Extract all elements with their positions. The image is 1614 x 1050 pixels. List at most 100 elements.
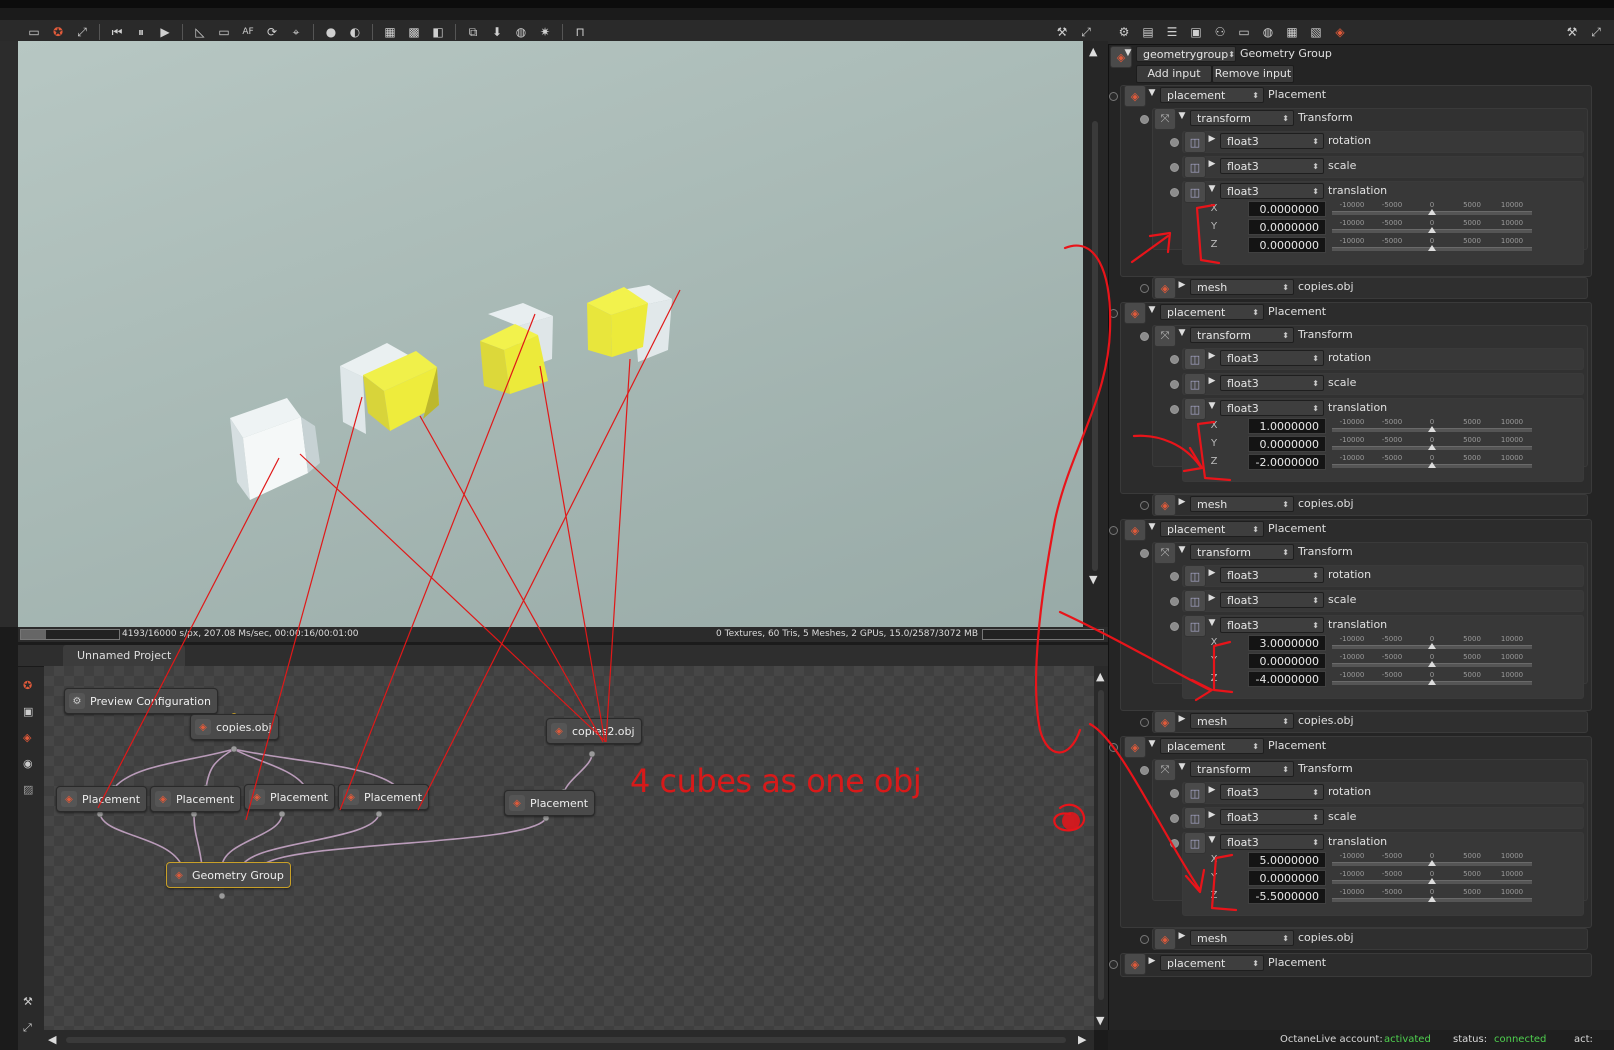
placement-combo[interactable]: placement ⬍ — [1160, 738, 1264, 754]
clay-icon[interactable]: ▦ — [381, 23, 399, 41]
sphere-icon[interactable]: ● — [322, 23, 340, 41]
translation-input-pin[interactable] — [1170, 622, 1179, 631]
slider-knob[interactable] — [1428, 643, 1437, 649]
rotation-combo[interactable]: float3 ⬍ — [1220, 784, 1324, 800]
fit-icon[interactable]: ⤢ — [73, 23, 91, 41]
placement-node-icon[interactable]: ◈ — [1124, 85, 1146, 107]
scroll-up-arrow-icon[interactable]: ▲ — [1089, 45, 1097, 58]
transform-input-pin[interactable] — [1140, 549, 1149, 558]
transform-expand-icon[interactable]: ▼ — [1176, 328, 1188, 338]
transform-node-icon[interactable]: ⤧ — [1154, 325, 1176, 347]
scale-expand-icon[interactable]: ▶ — [1206, 376, 1218, 386]
scroll-down-arrow-icon[interactable]: ▼ — [1089, 573, 1097, 586]
translation-x-slider[interactable]: -10000 -5000 0 5000 10000 — [1332, 635, 1532, 651]
slider-knob[interactable] — [1428, 860, 1437, 866]
viewport-wrench-icon[interactable]: ⚒ — [1053, 23, 1071, 41]
translation-y-field[interactable]: 0.0000000 — [1248, 870, 1326, 886]
geometry-icon[interactable]: ◈ — [1331, 23, 1349, 41]
scale-input-pin[interactable] — [1170, 380, 1179, 389]
rotation-combo[interactable]: float3 ⬍ — [1220, 567, 1324, 583]
scale-input-pin[interactable] — [1170, 814, 1179, 823]
translation-z-slider[interactable]: -10000 -5000 0 5000 10000 — [1332, 237, 1532, 253]
slider-knob[interactable] — [1427, 679, 1436, 685]
graph-scroll-right-icon[interactable]: ▶ — [1078, 1033, 1086, 1046]
bar-icon[interactable]: ▭ — [1235, 23, 1253, 41]
db-icon[interactable]: ◍ — [1259, 23, 1277, 41]
transform-expand-icon[interactable]: ▼ — [1176, 111, 1188, 121]
mesh-combo[interactable]: mesh ⬍ — [1190, 713, 1294, 729]
texture-icon[interactable]: ▧ — [1307, 23, 1325, 41]
scale-node-icon[interactable]: ◫ — [1184, 156, 1206, 178]
slider-knob[interactable] — [1427, 462, 1436, 468]
slider-knob[interactable] — [1428, 227, 1436, 233]
inspector-fullscreen-icon[interactable]: ⤢ — [1587, 23, 1605, 41]
node-copies-obj[interactable]: ◈ copies.obj — [190, 714, 279, 740]
translation-node-icon[interactable]: ◫ — [1184, 832, 1206, 854]
mesh-input-pin[interactable] — [1140, 935, 1149, 944]
translation-node-icon[interactable]: ◫ — [1184, 398, 1206, 420]
save-icon[interactable]: ⬇ — [488, 23, 506, 41]
placement-combo[interactable]: placement ⬍ — [1160, 955, 1264, 971]
settings-icon[interactable]: ⚙ — [1115, 23, 1133, 41]
pause-icon[interactable]: ⏸ — [132, 23, 150, 41]
translation-y-field[interactable]: 0.0000000 — [1248, 219, 1326, 235]
graph-fullscreen-icon[interactable]: ⤢ — [23, 1021, 32, 1035]
translation-combo[interactable]: float3 ⬍ — [1220, 834, 1324, 850]
translation-combo[interactable]: float3 ⬍ — [1220, 183, 1324, 199]
rewind-icon[interactable]: ⏮ — [108, 23, 126, 41]
graph-render-icon[interactable]: ✪ — [23, 679, 32, 692]
image-icon[interactable]: ▣ — [1187, 23, 1205, 41]
remove-input-button[interactable]: Remove input — [1212, 65, 1294, 83]
translation-y-field[interactable]: 0.0000000 — [1248, 653, 1326, 669]
rotation-input-pin[interactable] — [1170, 789, 1179, 798]
translation-z-slider[interactable]: -10000 -5000 0 5000 10000 — [1332, 671, 1532, 687]
transform-expand-icon[interactable]: ▼ — [1176, 545, 1188, 555]
scale-node-icon[interactable]: ◫ — [1184, 807, 1206, 829]
transform-node-icon[interactable]: ⤧ — [1154, 542, 1176, 564]
translation-z-slider[interactable]: -10000 -5000 0 5000 10000 — [1332, 454, 1532, 470]
mesh-node-icon[interactable]: ◈ — [1154, 277, 1176, 299]
placement-combo[interactable]: placement ⬍ — [1160, 304, 1264, 320]
mesh-input-pin[interactable] — [1140, 718, 1149, 727]
sun-icon[interactable]: ✷ — [536, 23, 554, 41]
palette-icon[interactable]: ◍ — [512, 23, 530, 41]
translation-input-pin[interactable] — [1170, 405, 1179, 414]
translation-z-slider[interactable]: -10000 -5000 0 5000 10000 — [1332, 888, 1532, 904]
sphere2-icon[interactable]: ◐ — [346, 23, 364, 41]
graph-texture-icon[interactable]: ▨ — [23, 783, 33, 796]
list-icon[interactable]: ☰ — [1163, 23, 1181, 41]
translation-expand-icon[interactable]: ▼ — [1206, 618, 1218, 628]
translation-x-slider[interactable]: -10000 -5000 0 5000 10000 — [1332, 418, 1532, 434]
render-viewport[interactable] — [18, 41, 1083, 627]
slider-knob[interactable] — [1428, 426, 1436, 432]
camera-icon[interactable]: ✪ — [49, 23, 67, 41]
graph-scroll-up-icon[interactable]: ▲ — [1096, 670, 1104, 683]
af-icon[interactable]: AF — [239, 23, 257, 41]
graph-scroll-left-icon[interactable]: ◀ — [48, 1033, 56, 1046]
placement-node-icon[interactable]: ◈ — [1124, 953, 1146, 975]
copy-icon[interactable]: ⧉ — [464, 23, 482, 41]
rotation-input-pin[interactable] — [1170, 355, 1179, 364]
graph-vscroll-thumb[interactable] — [1098, 690, 1104, 1000]
transform-node-icon[interactable]: ⤧ — [1154, 759, 1176, 781]
scale-combo[interactable]: float3 ⬍ — [1220, 809, 1324, 825]
translation-node-icon[interactable]: ◫ — [1184, 615, 1206, 637]
transform-node-icon[interactable]: ⤧ — [1154, 108, 1176, 130]
mesh-combo[interactable]: mesh ⬍ — [1190, 279, 1294, 295]
translation-expand-icon[interactable]: ▼ — [1206, 184, 1218, 194]
translation-y-slider[interactable]: -10000 -5000 0 5000 10000 — [1332, 219, 1532, 235]
mesh-expand-icon[interactable]: ▶ — [1176, 497, 1188, 507]
scale-expand-icon[interactable]: ▶ — [1206, 159, 1218, 169]
scale-input-pin[interactable] — [1170, 597, 1179, 606]
layers-icon[interactable]: ▤ — [1139, 23, 1157, 41]
transform-combo[interactable]: transform ⬍ — [1190, 110, 1294, 126]
root-node-combo[interactable]: geometrygroup ⬍ — [1136, 46, 1236, 62]
preview-configuration-button[interactable]: ⚙ Preview Configuration — [64, 688, 218, 714]
play-icon[interactable]: ▶ — [156, 23, 174, 41]
mesh-node-icon[interactable]: ◈ — [1154, 494, 1176, 516]
rotate-icon[interactable]: ⟳ — [263, 23, 281, 41]
placement-input-pin[interactable] — [1109, 92, 1118, 101]
mesh-combo[interactable]: mesh ⬍ — [1190, 930, 1294, 946]
add-input-button[interactable]: Add input — [1136, 65, 1212, 83]
translation-z-field[interactable]: -4.0000000 — [1248, 671, 1326, 687]
